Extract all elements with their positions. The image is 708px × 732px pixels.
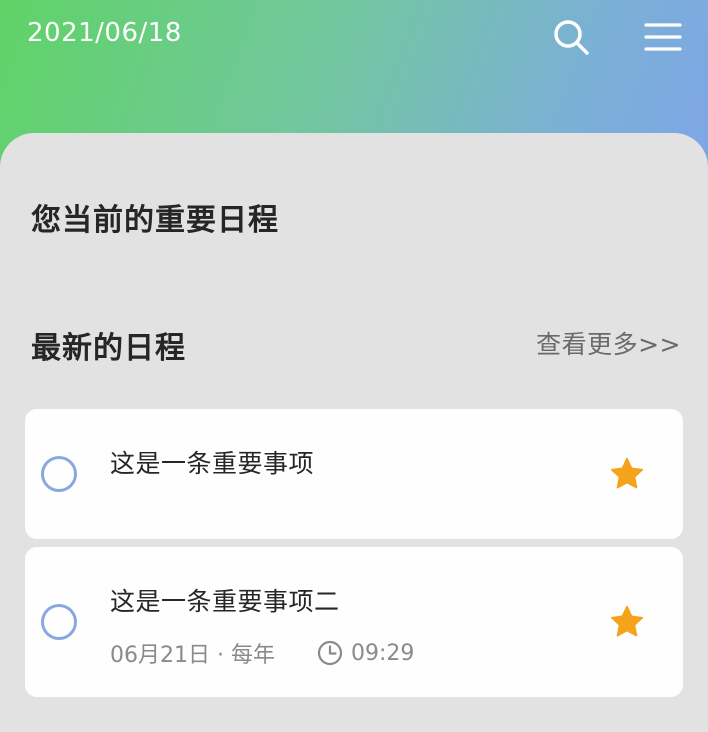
task-time: 09:29	[350, 640, 415, 666]
content-sheet: 您当前的重要日程 最新的日程 查看更多>> 这是一条重要事项 这是一条重要事项二…	[0, 133, 708, 732]
task-title: 这是一条重要事项	[110, 449, 315, 478]
star-icon[interactable]	[609, 604, 645, 640]
task-date-repeat: 06月21日 · 每年	[110, 643, 275, 668]
view-more-link[interactable]: 查看更多>>	[536, 325, 681, 361]
star-icon[interactable]	[609, 456, 645, 492]
menu-button[interactable]	[643, 17, 683, 57]
clock-icon	[317, 640, 343, 666]
search-button[interactable]	[551, 17, 591, 57]
important-schedule-title: 您当前的重要日程	[31, 203, 279, 238]
menu-icon	[644, 23, 682, 51]
task-checkbox[interactable]	[41, 456, 77, 492]
task-title: 这是一条重要事项二	[110, 587, 340, 616]
task-time-group: 09:29	[317, 640, 414, 666]
task-meta: 06月21日 · 每年 09:29	[110, 637, 414, 669]
search-icon	[554, 20, 589, 55]
task-card[interactable]: 这是一条重要事项二 06月21日 · 每年 09:29	[25, 547, 683, 697]
latest-schedule-title: 最新的日程	[31, 331, 186, 366]
current-date: 2021/06/18	[27, 18, 182, 48]
task-checkbox[interactable]	[41, 604, 77, 640]
task-card[interactable]: 这是一条重要事项	[25, 409, 683, 539]
